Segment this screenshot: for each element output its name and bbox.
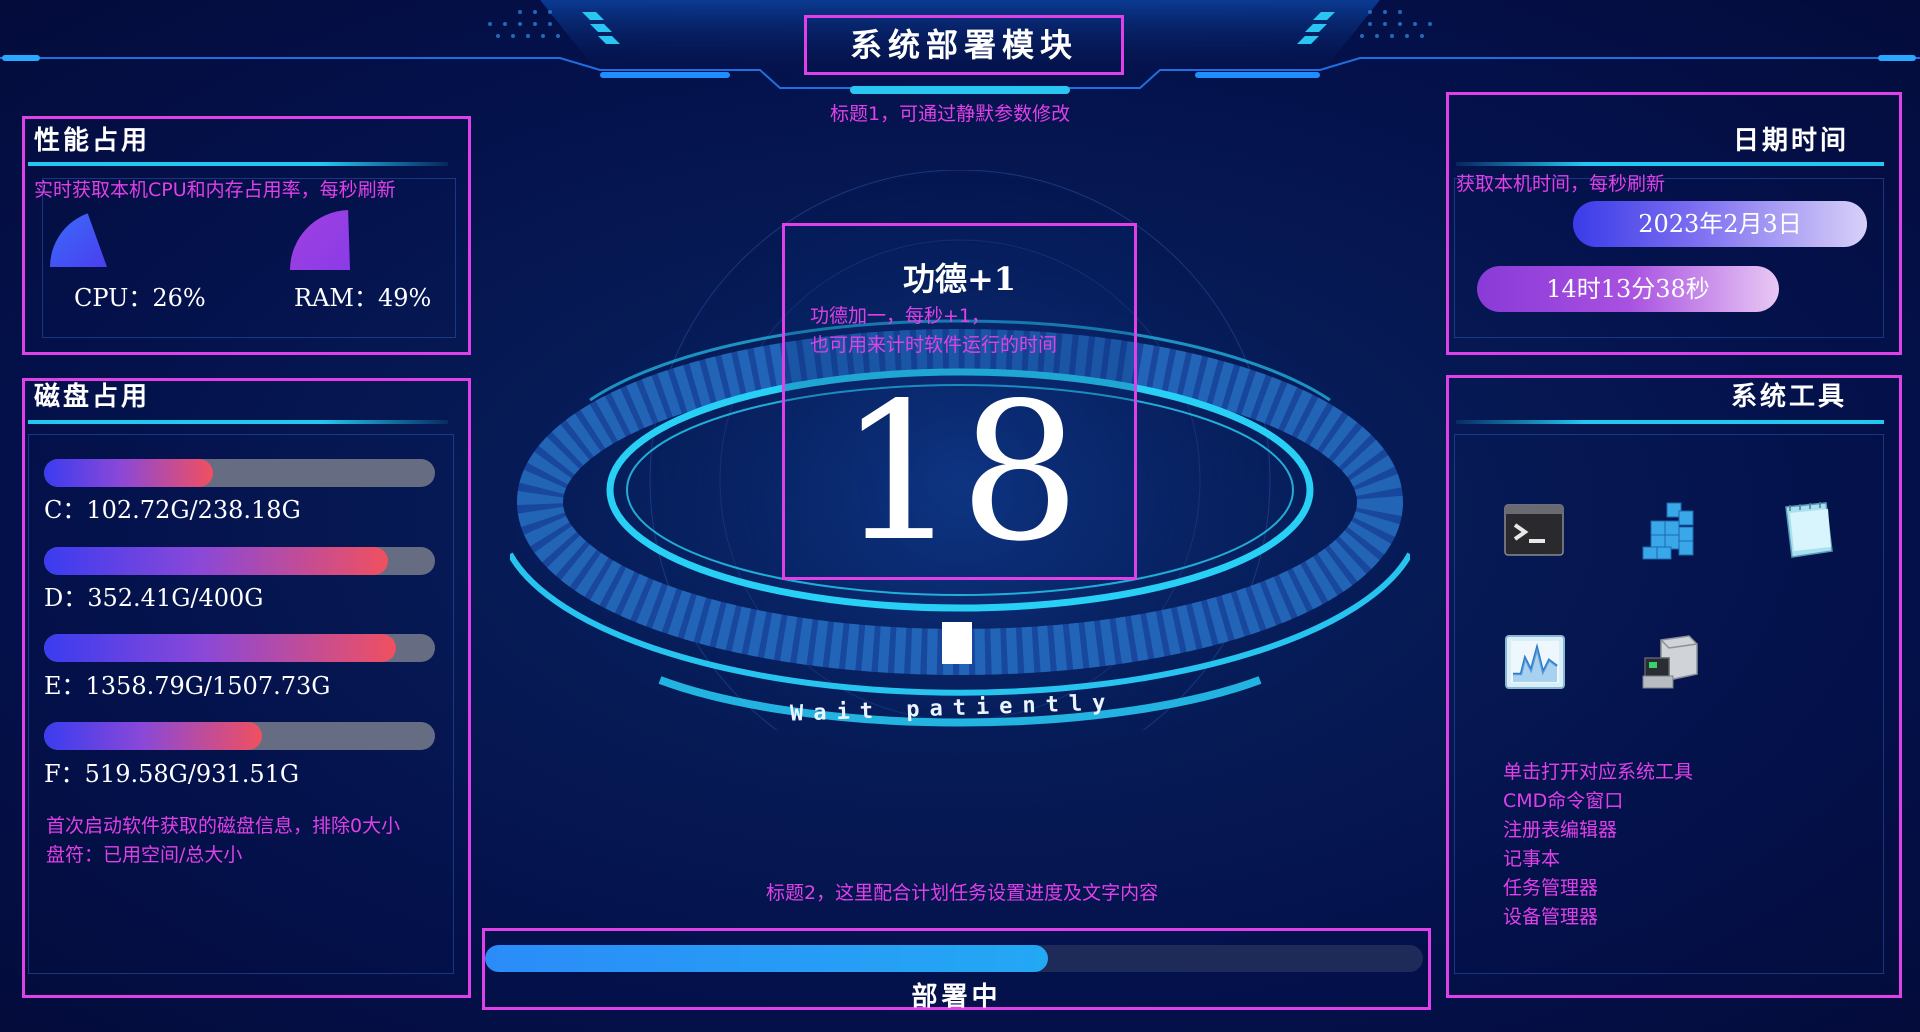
disk-bar-d [44,547,435,575]
cpu-label: CPU：26% [74,284,206,312]
ram-label: RAM：49% [294,284,432,312]
merit-counter-value: 18 [838,362,1081,583]
cpu-usage-sector [50,213,108,268]
disk-label-d: D：352.41G/400G [44,584,264,612]
datetime-annotation: 获取本机时间，每秒刷新 [1456,173,1666,195]
disk-label-c: C：102.72G/238.18G [44,496,301,524]
tools-note-line: 单击打开对应系统工具 [1503,761,1694,783]
tools-note-line: 注册表编辑器 [1503,819,1618,841]
notepad-icon[interactable] [1776,499,1840,563]
tools-title: 系统工具 [1731,382,1848,412]
disk-label-f: F：519.58G/931.51G [44,760,300,788]
cmd-icon[interactable] [1503,499,1567,563]
performance-title-underline [28,162,448,166]
disk-bar-fill-c [44,459,213,487]
disk-bar-fill-d [44,547,389,575]
header-annotation: 标题1，可通过静默参数修改 [830,103,1071,125]
progress-bar-fill [485,945,1048,972]
merit-title: 功德+1 [902,260,1017,298]
merit-annotation-line2: 也可用来计时软件运行的时间 [810,334,1058,356]
disk-title-underline [28,420,448,424]
disk-bar-fill-f [44,722,263,750]
task-manager-icon[interactable] [1503,630,1567,694]
tools-note-line: CMD命令窗口 [1503,790,1624,812]
tools-annotation: 单击打开对应系统工具 CMD命令窗口 注册表编辑器 记事本 任务管理器 设备管理… [1503,758,1693,932]
tools-title-underline [1456,420,1884,424]
time-display: 14时13分38秒 [1477,266,1779,312]
header-title-box: 系统部署模块 [804,15,1124,75]
datetime-title-underline [1456,162,1884,166]
disk-bar-fill-e [44,634,397,662]
ram-gauge [290,210,350,270]
device-manager-icon[interactable] [1639,630,1703,694]
performance-title: 性能占用 [34,126,151,156]
disk-annotation-line2: 盘符：已用空间/总大小 [46,844,243,866]
date-display: 2023年2月3日 [1573,201,1867,247]
tools-note-line: 设备管理器 [1503,906,1599,928]
disk-annotation-line1: 首次启动软件获取的磁盘信息，排除0大小 [46,815,401,837]
disk-bar-f [44,722,435,750]
progress-label: 部署中 [911,982,1002,1012]
tools-note-line: 任务管理器 [1503,877,1599,899]
disk-bar-e [44,634,435,662]
merit-annotation-line1: 功德加一，每秒+1， [810,305,991,327]
disk-label-e: E：1358.79G/1507.73G [44,672,331,700]
tools-note-line: 记事本 [1503,848,1561,870]
registry-editor-icon[interactable] [1639,499,1703,563]
disk-title: 磁盘占用 [34,382,151,412]
progress-bar-track [485,945,1423,972]
disk-bar-c [44,459,435,487]
progress-annotation: 标题2，这里配合计划任务设置进度及文字内容 [766,882,1159,904]
datetime-title: 日期时间 [1733,126,1850,156]
ram-usage-sector [290,210,350,270]
page-title: 系统部署模块 [849,26,1078,64]
